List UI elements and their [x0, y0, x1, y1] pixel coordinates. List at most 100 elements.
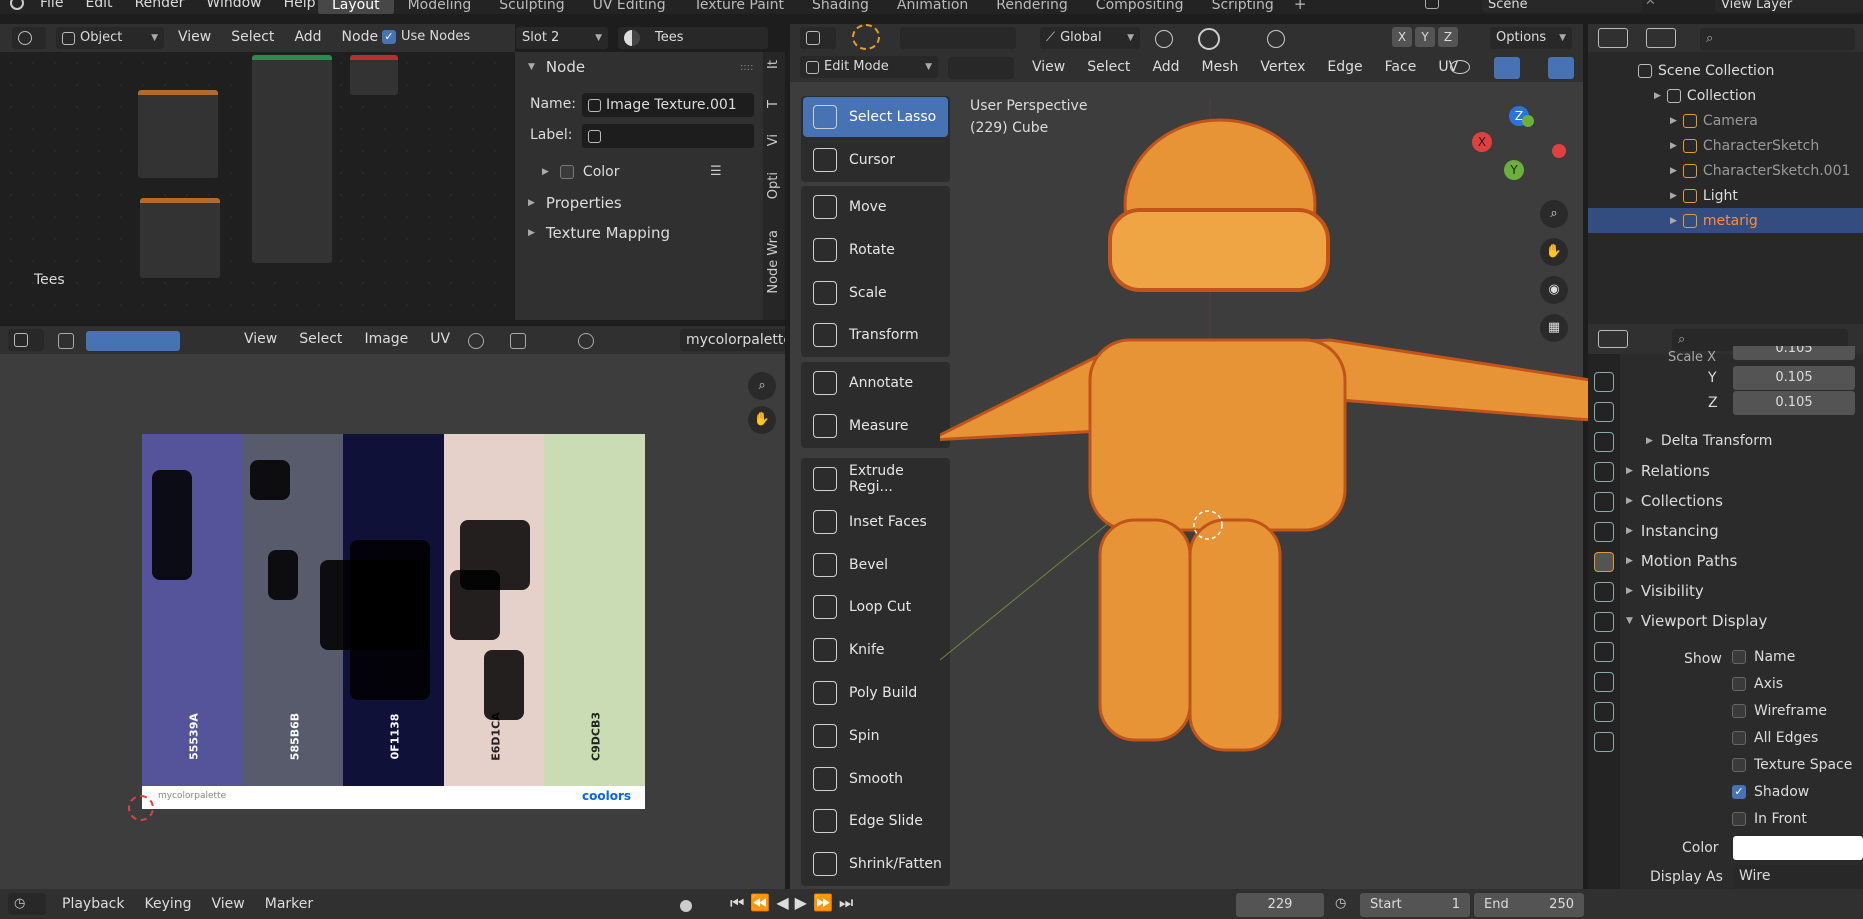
hand-pan-icon[interactable]: ✋: [748, 406, 776, 434]
uv-island[interactable]: [152, 470, 192, 580]
color-toggle[interactable]: ▶ Color: [542, 164, 619, 180]
timeline-menu-view[interactable]: View: [212, 896, 245, 912]
workspace-tab-rendering[interactable]: Rendering: [982, 0, 1082, 14]
sidebar-tab-3[interactable]: Opti: [766, 172, 781, 199]
display-color-field[interactable]: [1733, 836, 1863, 860]
node-name-field[interactable]: Image Texture.001: [582, 93, 754, 117]
image-menu-select[interactable]: Select: [299, 331, 342, 347]
play-icon[interactable]: ▶: [795, 893, 807, 913]
checkbox-all-edges[interactable]: All Edges: [1732, 730, 1818, 746]
outliner-item[interactable]: ▶ metarig: [1588, 208, 1863, 233]
scale-y-field[interactable]: 0.105: [1733, 366, 1855, 390]
use-nodes-checkbox[interactable]: ✓ Use Nodes: [382, 29, 470, 44]
scale-x-field[interactable]: 0.105: [1733, 346, 1855, 360]
image-name-field[interactable]: mycolorpalette: [680, 329, 785, 351]
select-mode-icons[interactable]: [86, 331, 180, 351]
menu-window[interactable]: Window: [206, 0, 261, 11]
checkbox-shadow[interactable]: ✓ Shadow: [1732, 784, 1809, 800]
character-mesh[interactable]: [940, 100, 1590, 760]
tool-inset-faces[interactable]: Inset Faces: [803, 502, 948, 542]
left-leg-mesh[interactable]: [1098, 518, 1192, 742]
image-menu-uv[interactable]: UV: [430, 331, 450, 347]
tool-annotate[interactable]: Annotate: [803, 363, 948, 403]
start-frame-field[interactable]: Start 1: [1360, 893, 1470, 917]
snap-icon[interactable]: [510, 333, 526, 349]
viewport-menu-view[interactable]: View: [1032, 59, 1065, 75]
section-delta-transform[interactable]: ▶ Delta Transform: [1646, 433, 1772, 449]
hand-pan-icon[interactable]: ✋: [1540, 238, 1568, 266]
properties-tab-object-icon[interactable]: [1594, 552, 1614, 572]
lasso-tool-icon[interactable]: [852, 24, 880, 50]
end-frame-field[interactable]: End 250: [1474, 893, 1584, 917]
mesh-select-mode[interactable]: [948, 57, 1014, 79]
color-checkbox[interactable]: [559, 165, 574, 179]
tool-edge-slide[interactable]: Edge Slide: [803, 801, 948, 841]
checkbox-wireframe[interactable]: Wireframe: [1732, 703, 1827, 719]
properties-type-icon[interactable]: [1598, 330, 1628, 348]
display-as-dropdown[interactable]: Wire: [1733, 865, 1863, 889]
expand-right-icon[interactable]: ▶: [1670, 141, 1677, 151]
node-menu-select[interactable]: Select: [231, 29, 274, 45]
camera-view-icon[interactable]: ◉: [1540, 276, 1568, 304]
workspace-tab-layout[interactable]: Layout: [318, 0, 394, 14]
section-instancing[interactable]: ▶ Instancing: [1626, 522, 1719, 540]
uv-island[interactable]: [268, 550, 298, 600]
add-workspace-button[interactable]: +: [1288, 0, 1313, 14]
tool-extrude-regi[interactable]: Extrude Regi...: [803, 459, 948, 499]
menu-file[interactable]: File: [40, 0, 63, 11]
display-mode-icon[interactable]: [1646, 28, 1676, 48]
viewport-menu-mesh[interactable]: Mesh: [1202, 59, 1239, 75]
tool-shrink-fatten[interactable]: Shrink/Fatten: [803, 844, 948, 884]
material-field[interactable]: Tees: [618, 27, 768, 49]
checkbox-texture-space[interactable]: Texture Space: [1732, 757, 1852, 773]
goggles-mesh[interactable]: [1108, 208, 1330, 292]
menu-render[interactable]: Render: [135, 0, 185, 11]
workspace-tab-modeling[interactable]: Modeling: [394, 0, 486, 14]
properties-tab-data-icon[interactable]: [1594, 702, 1614, 722]
outliner-item[interactable]: ▶ Collection: [1588, 83, 1863, 108]
section-relations[interactable]: ▶ Relations: [1626, 462, 1710, 480]
viewport-menu-add[interactable]: Add: [1152, 59, 1179, 75]
workspace-tab-texture-paint[interactable]: Texture Paint: [680, 0, 798, 14]
properties-tab-material-icon[interactable]: [1594, 732, 1614, 752]
gizmo-x[interactable]: X: [1472, 132, 1492, 152]
jump-end-icon[interactable]: ⏭: [839, 893, 853, 913]
viewport-menu-select[interactable]: Select: [1087, 59, 1130, 75]
scene-field[interactable]: Scene: [1482, 0, 1642, 12]
tool-spin[interactable]: Spin: [803, 716, 948, 756]
expand-right-icon[interactable]: ▶: [1670, 191, 1677, 201]
sync-selection-icon[interactable]: [58, 333, 74, 349]
gizmo-toggle-icon[interactable]: [1494, 57, 1520, 79]
scale-z-field[interactable]: 0.105: [1733, 391, 1855, 415]
sidebar-tab-2[interactable]: Vi: [766, 134, 781, 146]
tool-bevel[interactable]: Bevel: [803, 545, 948, 585]
expand-right-icon[interactable]: ▶: [1670, 166, 1677, 176]
tool-measure[interactable]: Measure: [803, 406, 948, 446]
blender-logo-icon[interactable]: [10, 0, 24, 10]
texture-mapping-section[interactable]: ▶ Texture Mapping: [528, 224, 670, 242]
section-collections[interactable]: ▶ Collections: [1626, 492, 1723, 510]
list-icon[interactable]: ☰: [710, 164, 722, 179]
tool-select-lasso[interactable]: Select Lasso: [803, 97, 948, 137]
editor-type-menu-uv[interactable]: [8, 329, 44, 351]
tool-cursor[interactable]: Cursor: [803, 140, 948, 180]
outliner-item[interactable]: ▶ Light: [1588, 183, 1863, 208]
image-menu-view[interactable]: View: [244, 331, 277, 347]
close-scene-icon[interactable]: ✕: [1645, 0, 1656, 9]
editor-type-menu[interactable]: [12, 27, 46, 49]
uv-island[interactable]: [250, 460, 290, 500]
selection-mode-icons[interactable]: [900, 27, 1016, 49]
properties-tab-render-icon[interactable]: [1594, 402, 1614, 422]
viewport-menu-face[interactable]: Face: [1385, 59, 1417, 75]
transform-orientation-dropdown[interactable]: ⟋ Global ▼: [1040, 27, 1140, 49]
menu-edit[interactable]: Edit: [85, 0, 112, 11]
section-visibility[interactable]: ▶ Visibility: [1626, 582, 1704, 600]
sidebar-tab-4[interactable]: Node Wra: [766, 230, 781, 294]
pivot-point-icon[interactable]: [1155, 30, 1173, 48]
outliner-item[interactable]: ▶ CharacterSketch: [1588, 133, 1863, 158]
expand-right-icon[interactable]: ▶: [1670, 216, 1677, 226]
node-menu-node[interactable]: Node: [342, 29, 379, 45]
outliner-item[interactable]: Scene Collection: [1588, 58, 1863, 83]
gizmo-y[interactable]: Y: [1504, 160, 1524, 180]
outliner-item[interactable]: ▶ Camera: [1588, 108, 1863, 133]
